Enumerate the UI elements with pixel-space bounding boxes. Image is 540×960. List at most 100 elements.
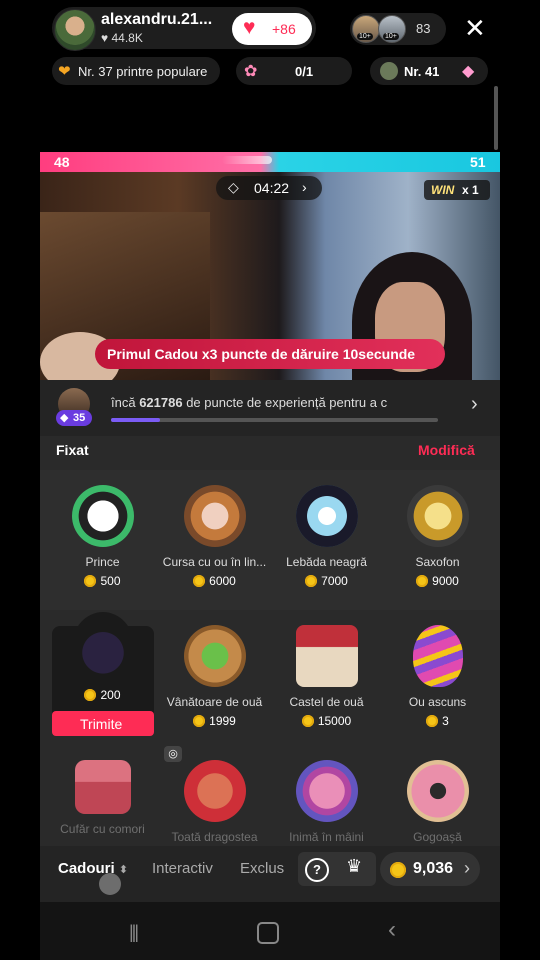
level-progress-text: încă 621786 de puncte de experiență pent…	[111, 395, 437, 410]
gift-item[interactable]: Cursa cu ou în lin... 6000	[157, 485, 272, 588]
close-icon[interactable]: ✕	[464, 14, 486, 42]
sort-icon: ⬍	[118, 864, 129, 876]
gift-name: Castel de ouă	[289, 695, 364, 709]
host-avatar[interactable]	[54, 9, 96, 51]
level-progress-track	[111, 418, 438, 422]
gift-price-value: 9000	[432, 574, 459, 588]
panda-icon	[71, 485, 134, 547]
treasure-chest-icon	[74, 760, 131, 814]
gift-item[interactable]: Vânătoare de ouă 1999	[157, 625, 272, 728]
win-label: WIN	[431, 183, 455, 197]
tab-gifts[interactable]: Cadouri ⬍	[58, 860, 128, 877]
gift-name: Gogoașă	[413, 830, 462, 844]
level-text-prefix: încă	[111, 395, 140, 410]
gift-price: 9000	[380, 574, 495, 588]
gift-price: 500	[45, 574, 160, 588]
gift-price-value: 1999	[209, 714, 236, 728]
bunny-race-icon	[183, 485, 246, 547]
left-score: 48	[54, 154, 70, 170]
popular-rank-text: Nr. 37 printre populare	[78, 64, 208, 79]
level-points: 621786	[139, 395, 183, 410]
home-icon[interactable]	[257, 922, 279, 944]
donut-icon	[406, 760, 469, 822]
tab-exclusive[interactable]: Exclus	[240, 860, 286, 877]
gift-item-selected[interactable]: 200	[45, 612, 160, 702]
crown-icon[interactable]: ♛	[346, 856, 362, 877]
gift-name: Vânătoare de ouă	[166, 695, 263, 709]
host-likes: ♥ 44.8K	[101, 31, 143, 45]
tab-interactive[interactable]: Interactiv	[152, 860, 213, 877]
viewer-badge: 10+	[357, 33, 373, 40]
gift-price: 15000	[269, 714, 384, 728]
gift-task-icon: ✿	[244, 63, 258, 80]
heart-icon: ❤	[58, 63, 71, 80]
gift-item[interactable]: Castel de ouă 15000	[269, 625, 384, 728]
help-icon[interactable]: ?	[305, 858, 329, 882]
edit-link[interactable]: Modifică	[418, 442, 475, 458]
send-label: Trimite	[80, 716, 123, 732]
battle-timer[interactable]: ◇ 04:22 ›	[216, 176, 322, 200]
egg-basket-icon	[183, 625, 246, 687]
gift-name: Prince	[85, 555, 120, 569]
task-chip[interactable]: ✿ 0/1	[236, 57, 352, 85]
coin-icon	[416, 575, 429, 587]
gift-item[interactable]: Inimă în mâini	[269, 760, 384, 844]
level-number: 35	[73, 412, 86, 424]
gift-price-value: 7000	[321, 574, 348, 588]
heart-hands-icon	[295, 760, 358, 822]
send-gift-button[interactable]: Trimite	[52, 711, 154, 736]
recent-apps-icon[interactable]: |||	[129, 922, 139, 943]
rank-text: Nr. 41	[404, 64, 440, 79]
right-score: 51	[470, 154, 486, 170]
back-icon[interactable]: ‹	[388, 916, 396, 944]
gift-price: 200	[45, 688, 160, 702]
egg-castle-icon	[295, 625, 358, 687]
heart-small-icon: ♥	[101, 31, 112, 45]
gift-item[interactable]: Toată dragostea	[157, 760, 272, 844]
gift-item[interactable]: Cufăr cu comori	[45, 760, 160, 836]
score-divider-spark	[222, 156, 272, 164]
gift-item[interactable]: Lebăda neagră 7000	[269, 485, 384, 588]
banner-text: Primul Cadou x3 puncte de dăruire 10secu…	[107, 346, 416, 362]
gift-price: 6000	[157, 574, 272, 588]
level-text-suffix: de puncte de experiență pentru a c	[182, 395, 388, 410]
viewer-count: 83	[416, 21, 431, 36]
gift-item[interactable]: Gogoașă	[380, 760, 495, 844]
coin-balance-button[interactable]: 9,036 ›	[380, 852, 480, 886]
coin-icon	[193, 715, 206, 727]
gem-icon: ◆	[462, 63, 475, 80]
gift-price-value: 500	[100, 574, 121, 588]
bunny-ears-icon	[71, 612, 134, 680]
coin-icon	[193, 575, 206, 587]
gift-name: Cufăr cu comori	[60, 822, 145, 836]
gift-name: Cursa cu ou în lin...	[162, 555, 267, 569]
scrollbar[interactable]	[494, 86, 498, 150]
gift-price: 7000	[269, 574, 384, 588]
heart-icon: ♥	[243, 16, 256, 39]
like-count: +86	[272, 21, 296, 37]
chevron-right-icon: ›	[302, 179, 307, 195]
diamond-icon: ◇	[228, 179, 239, 195]
gift-price-value: 15000	[317, 714, 352, 728]
diamond-icon: ◆	[60, 412, 69, 424]
gift-price-value: 200	[100, 688, 121, 702]
touch-indicator	[99, 873, 121, 895]
coin-icon	[426, 715, 439, 727]
win-multiplier: x 1	[462, 183, 479, 197]
gift-promo-banner: Primul Cadou x3 puncte de dăruire 10secu…	[95, 339, 445, 369]
black-swan-icon	[295, 485, 358, 547]
gift-name: Saxofon	[415, 555, 460, 569]
chevron-right-icon: ›	[464, 858, 470, 878]
gift-item[interactable]: Ou ascuns 3	[380, 625, 495, 728]
coin-icon	[301, 715, 314, 727]
gift-name: Toată dragostea	[171, 830, 258, 844]
gift-item[interactable]: Saxofon 9000	[380, 485, 495, 588]
rank-chip[interactable]: Nr. 41 ◆	[370, 57, 488, 85]
saxophone-icon	[406, 485, 469, 547]
gift-item[interactable]: Prince 500	[45, 485, 160, 588]
popular-rank-chip[interactable]: ❤ Nr. 37 printre populare	[52, 57, 220, 85]
level-badge: ◆ 35	[56, 410, 92, 426]
gift-price: 1999	[157, 714, 272, 728]
level-progress-fill	[111, 418, 161, 422]
chevron-right-icon[interactable]: ›	[471, 393, 478, 416]
